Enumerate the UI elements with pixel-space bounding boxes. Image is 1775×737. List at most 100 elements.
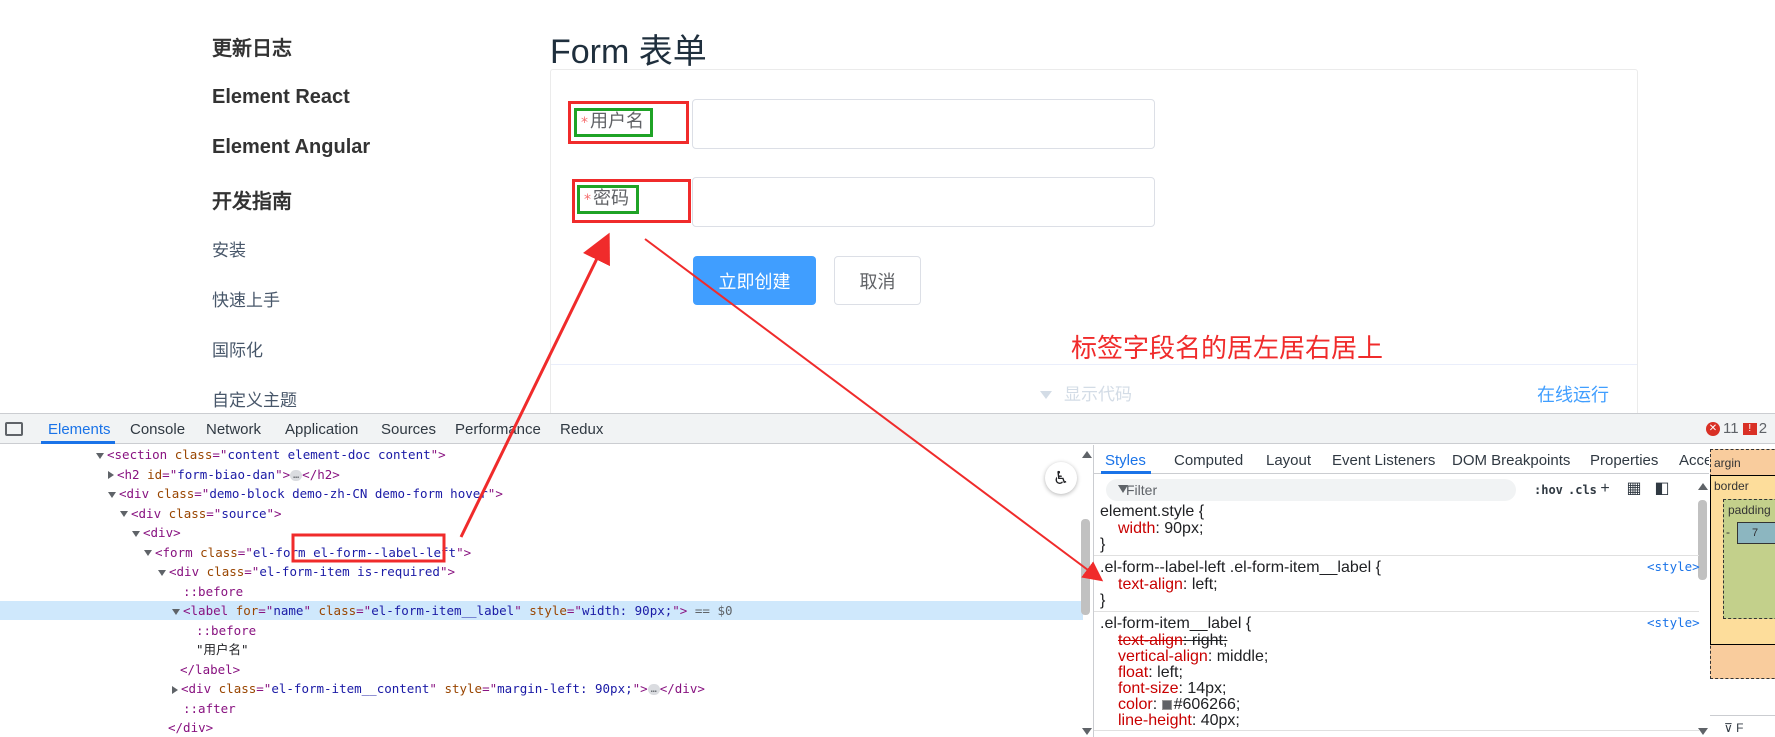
dom-tree[interactable]: <section class="content element-doc cont… xyxy=(0,445,1083,737)
expand-triangle-icon[interactable] xyxy=(96,452,104,459)
sidebar-item-changelog[interactable]: 更新日志 xyxy=(212,32,292,61)
style-declaration[interactable]: line-height: 40px; xyxy=(1118,712,1240,729)
property-name: float xyxy=(1118,664,1149,681)
style-declaration[interactable]: width: 90px; xyxy=(1118,520,1203,537)
cancel-button[interactable]: 取消 xyxy=(834,256,921,305)
sidebar-item-dev-guide[interactable]: 开发指南 xyxy=(212,185,292,214)
property-value: 90px; xyxy=(1164,520,1204,537)
accessibility-icon[interactable]: ♿ xyxy=(1045,462,1077,494)
cls-toggle[interactable]: .cls xyxy=(1568,483,1597,497)
expand-triangle-icon[interactable] xyxy=(132,530,140,537)
dom-token: width: 90px; xyxy=(581,603,673,618)
rule-selector[interactable]: .el-form-item__label { xyxy=(1100,615,1251,632)
tab-performance[interactable]: Performance xyxy=(455,421,541,438)
paint-icon[interactable]: ▦ xyxy=(1626,481,1642,497)
scroll-down-icon[interactable] xyxy=(1082,728,1092,735)
sidebar-item-install[interactable]: 安装 xyxy=(212,236,246,261)
dom-token: <h2 xyxy=(117,466,148,482)
style-declaration[interactable]: color: #606266; xyxy=(1118,696,1240,713)
style-declaration[interactable]: font-size: 14px; xyxy=(1118,680,1227,697)
show-code-toggle[interactable]: 显示代码 xyxy=(1040,380,1132,405)
style-declaration[interactable]: text-align: right; xyxy=(1118,632,1227,649)
expand-triangle-icon[interactable] xyxy=(108,491,116,498)
tab-dom-breakpoints[interactable]: DOM Breakpoints xyxy=(1452,452,1570,469)
issue-counter[interactable]: ✕ 11 ! 2 xyxy=(1706,420,1767,437)
tab-properties[interactable]: Properties xyxy=(1590,452,1658,469)
sidebar-item-i18n[interactable]: 国际化 xyxy=(212,336,263,361)
collapse-triangle-icon[interactable] xyxy=(108,471,114,479)
run-online-link[interactable]: 在线运行 xyxy=(1537,381,1609,407)
dom-token: =" xyxy=(237,544,253,560)
sidebar-item-custom-theme[interactable]: 自定义主题 xyxy=(212,386,297,411)
dom-token: =" xyxy=(162,466,178,482)
box-model-dash: - xyxy=(1726,525,1730,539)
style-declaration[interactable]: float: left; xyxy=(1118,664,1183,681)
filter-icon[interactable]: ⊽ F xyxy=(1724,721,1743,735)
expand-triangle-icon[interactable] xyxy=(120,511,128,517)
ellipsis-icon[interactable]: … xyxy=(290,469,303,481)
tab-styles[interactable]: Styles xyxy=(1105,452,1146,469)
dom-token: source xyxy=(221,505,267,521)
styles-filter-input[interactable] xyxy=(1106,479,1516,501)
password-input[interactable] xyxy=(692,177,1155,227)
tab-computed[interactable]: Computed xyxy=(1174,452,1243,469)
dom-token: id xyxy=(147,466,163,482)
devtools-panel: Elements Console Network Application Sou… xyxy=(0,413,1775,737)
style-declaration[interactable]: vertical-align: middle; xyxy=(1118,648,1268,665)
create-button[interactable]: 立即创建 xyxy=(693,256,816,305)
rule-selector[interactable]: .el-form--label-left .el-form-item__labe… xyxy=(1100,559,1381,576)
new-rule-icon[interactable]: + xyxy=(1597,481,1613,497)
dom-token: "用户名" xyxy=(196,642,249,657)
dom-token: <form xyxy=(155,544,201,560)
scrollbar-thumb[interactable] xyxy=(1081,519,1090,615)
collapse-triangle-icon[interactable] xyxy=(172,685,178,694)
tab-event-listeners[interactable]: Event Listeners xyxy=(1332,452,1435,469)
dom-token: </div> xyxy=(659,681,705,696)
scroll-up-icon[interactable] xyxy=(1082,451,1092,458)
dom-token: <div xyxy=(169,564,207,579)
dom-token: =" xyxy=(482,681,498,696)
dom-token: class xyxy=(156,486,195,501)
rule-close-brace: } xyxy=(1100,592,1106,609)
box-model-padding[interactable]: padding xyxy=(1723,499,1775,619)
sidebar-item-element-react[interactable]: Element React xyxy=(212,86,350,109)
style-declaration[interactable]: text-align: left; xyxy=(1118,576,1218,593)
expand-triangle-icon[interactable] xyxy=(158,569,166,576)
dom-token: <div xyxy=(181,681,219,696)
box-model-filter-label: F xyxy=(1736,721,1744,735)
sidebar-item-element-angular[interactable]: Element Angular xyxy=(212,136,370,159)
rule-origin-link[interactable]: <style> xyxy=(1647,559,1700,574)
dom-token: el-form el-form--label-left xyxy=(252,544,457,560)
dom-token: </h2> xyxy=(302,466,340,482)
hov-toggle[interactable]: :hov xyxy=(1534,483,1563,497)
dom-token: </label> xyxy=(180,661,241,677)
rule-origin-link[interactable]: <style> xyxy=(1647,615,1700,630)
expand-triangle-icon[interactable] xyxy=(172,608,180,615)
scroll-down-icon[interactable] xyxy=(1698,728,1708,735)
dom-token: "> xyxy=(487,486,503,501)
dom-token: =" xyxy=(356,603,372,618)
rule-selector[interactable]: element.style { xyxy=(1100,503,1204,520)
tab-accessibility[interactable]: Accessibility xyxy=(1679,452,1709,469)
divider xyxy=(551,364,1637,365)
dom-token: content element-doc content xyxy=(227,447,431,462)
property-value: middle; xyxy=(1216,648,1269,665)
username-input[interactable] xyxy=(692,99,1155,149)
tab-layout[interactable]: Layout xyxy=(1266,452,1311,469)
dom-token: <div xyxy=(119,486,157,501)
tab-network[interactable]: Network xyxy=(206,421,261,438)
expand-triangle-icon[interactable] xyxy=(144,550,152,556)
tab-elements[interactable]: Elements xyxy=(48,421,111,438)
sidebar-toggle-icon[interactable]: ◧ xyxy=(1654,481,1670,497)
box-model-content[interactable]: 7 xyxy=(1737,522,1775,544)
sidebar-item-quickstart[interactable]: 快速上手 xyxy=(212,286,280,311)
tab-console[interactable]: Console xyxy=(130,421,185,438)
color-swatch-icon[interactable] xyxy=(1161,699,1172,710)
ellipsis-icon[interactable]: … xyxy=(647,684,660,695)
tab-application[interactable]: Application xyxy=(285,421,358,438)
device-toolbar-icon[interactable] xyxy=(5,422,23,436)
scroll-up-icon[interactable] xyxy=(1698,483,1708,490)
dom-node-selected[interactable]: <label for="name" class="el-form-item__l… xyxy=(0,601,1083,620)
tab-redux[interactable]: Redux xyxy=(560,421,603,438)
tab-sources[interactable]: Sources xyxy=(381,421,436,438)
